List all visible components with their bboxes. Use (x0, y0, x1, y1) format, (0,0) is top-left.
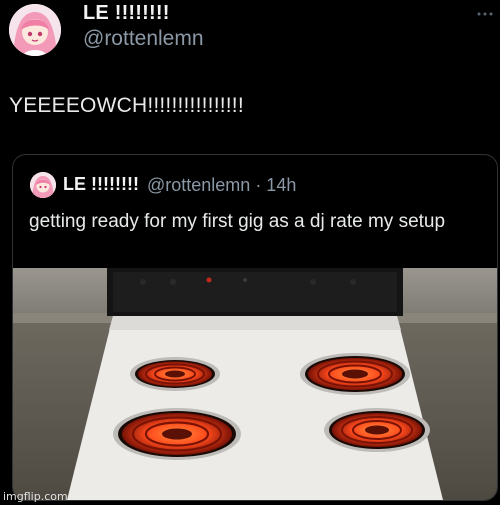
more-horizontal-icon[interactable] (476, 6, 494, 16)
burner-front-left (118, 411, 236, 457)
quoted-handle-time[interactable]: @rottenlemn · 14h (147, 175, 296, 196)
burner-back-right (305, 356, 405, 392)
burner-front-right (329, 411, 425, 449)
imgflip-watermark: imgflip.com (3, 490, 68, 503)
display-name[interactable]: LE !!!!!!!! (83, 2, 170, 25)
tweet-header: LE !!!!!!!! @rottenlemn (0, 0, 500, 60)
tweet-text: YEEEEOWCH!!!!!!!!!!!!!!!! (9, 94, 244, 117)
quoted-tweet-card[interactable]: LE !!!!!!!! @rottenlemn · 14h getting re… (12, 154, 498, 501)
avatar[interactable] (9, 4, 61, 56)
quoted-avatar[interactable] (30, 172, 56, 198)
handle[interactable]: @rottenlemn (83, 27, 204, 51)
quoted-display-name[interactable]: LE !!!!!!!! (63, 174, 139, 195)
quoted-tweet-text: getting ready for my first gig as a dj r… (29, 211, 446, 232)
burner-back-left (135, 360, 215, 388)
quoted-media-photo[interactable] (13, 268, 497, 500)
